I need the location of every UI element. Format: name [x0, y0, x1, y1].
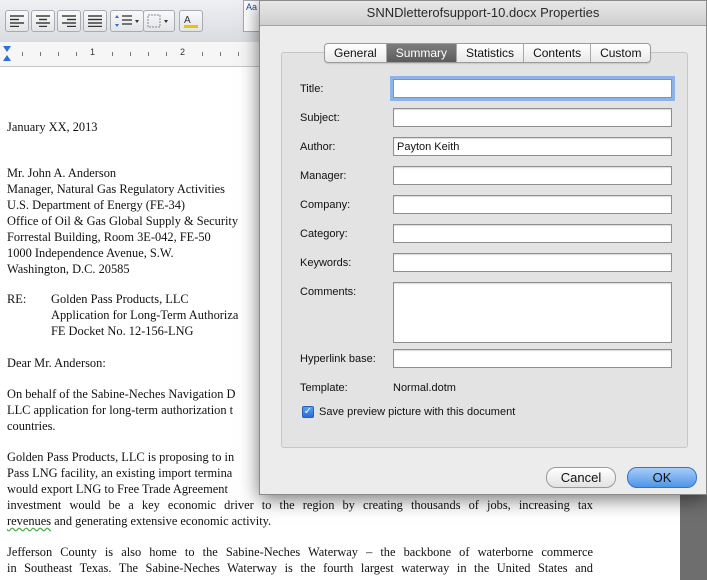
manager-label: Manager:	[300, 170, 347, 182]
paragraph-line: Jefferson County is also home to the Sab…	[7, 545, 593, 559]
dialog-title: SNNDletterofsupport-10.docx Properties	[260, 1, 706, 26]
align-center-button[interactable]	[31, 10, 55, 32]
paragraph-line: revenues and generating extensive econom…	[7, 513, 271, 529]
paragraph-line: On behalf of the Sabine-Neches Navigatio…	[7, 387, 236, 401]
align-left-button[interactable]	[5, 10, 29, 32]
cancel-button[interactable]: Cancel	[546, 467, 616, 488]
letter-date: January XX, 2013	[7, 120, 98, 134]
tab-custom[interactable]: Custom	[591, 44, 650, 62]
author-field[interactable]	[393, 137, 672, 156]
borders-icon	[147, 14, 168, 28]
align-right-button[interactable]	[57, 10, 81, 32]
keywords-field[interactable]	[393, 253, 672, 272]
text-color-button[interactable]: A	[179, 10, 203, 32]
paragraph-text: and generating extensive economic activi…	[51, 514, 272, 528]
align-right-icon	[62, 15, 76, 27]
paragraph-line: countries.	[7, 419, 56, 433]
address-line: Mr. John A. Anderson	[7, 166, 117, 180]
paragraph-line: Golden Pass Products, LLC is proposing t…	[7, 450, 235, 464]
re-line: FE Docket No. 12-156-LNG	[51, 324, 194, 338]
salutation: Dear Mr. Anderson:	[7, 356, 106, 370]
subject-label: Subject:	[300, 112, 340, 124]
styles-preview-text: Aa	[246, 2, 258, 12]
address-line: U.S. Department of Energy (FE-34)	[7, 198, 186, 212]
line-spacing-button[interactable]	[110, 10, 144, 32]
justify-icon	[88, 15, 102, 27]
address-line: 1000 Independence Avenue, S.W.	[7, 246, 174, 260]
borders-button[interactable]	[143, 10, 175, 32]
text-color-icon: A	[184, 15, 198, 28]
paragraph-line: in Southeast Texas. The Sabine-Neches Wa…	[7, 561, 593, 575]
svg-text:A: A	[184, 15, 191, 26]
category-label: Category:	[300, 228, 348, 240]
align-center-icon	[36, 15, 50, 27]
address-line: Manager, Natural Gas Regulatory Activiti…	[7, 182, 225, 196]
tab-statistics[interactable]: Statistics	[457, 44, 525, 62]
save-preview-label[interactable]: Save preview picture with this document	[319, 406, 515, 418]
keywords-label: Keywords:	[300, 257, 352, 269]
paragraph-line: would export LNG to Free Trade Agreement	[7, 482, 228, 496]
left-indent-marker[interactable]	[3, 55, 11, 61]
comments-field[interactable]	[393, 282, 672, 343]
company-field[interactable]	[393, 195, 672, 214]
ruler-number: 2	[180, 47, 186, 57]
manager-field[interactable]	[393, 166, 672, 185]
category-field[interactable]	[393, 224, 672, 243]
save-preview-checkbox[interactable]: ✓	[302, 406, 314, 418]
first-line-indent-marker[interactable]	[3, 46, 11, 52]
paragraph-line: Pass LNG facility, an existing import te…	[7, 466, 233, 480]
subject-field[interactable]	[393, 108, 672, 127]
tab-general[interactable]: General	[325, 44, 387, 62]
tab-contents[interactable]: Contents	[524, 44, 592, 62]
hyperlink-base-field[interactable]	[393, 349, 672, 368]
tab-summary[interactable]: Summary	[386, 44, 458, 62]
address-line: Washington, D.C. 20585	[7, 262, 130, 276]
title-label: Title:	[300, 83, 324, 95]
re-label: RE:	[7, 292, 27, 306]
ruler-number: 1	[90, 47, 96, 57]
company-label: Company:	[300, 199, 351, 211]
re-line: Application for Long-Term Authoriza	[51, 308, 239, 322]
hyperlink-base-label: Hyperlink base:	[300, 353, 376, 365]
properties-dialog: SNNDletterofsupport-10.docx Properties G…	[259, 0, 707, 495]
tab-bar: General Summary Statistics Contents Cust…	[324, 43, 652, 63]
comments-label: Comments:	[300, 286, 357, 298]
spelling-flagged-word[interactable]: revenues	[7, 514, 51, 528]
align-left-icon	[10, 15, 24, 27]
address-line: Forrestal Building, Room 3E-042, FE-50	[7, 230, 211, 244]
address-line: Office of Oil & Gas Global Supply & Secu…	[7, 214, 239, 228]
author-label: Author:	[300, 141, 336, 153]
ok-button[interactable]: OK	[627, 467, 697, 488]
title-field[interactable]	[393, 79, 672, 98]
line-spacing-icon	[115, 15, 139, 27]
template-label: Template:	[300, 382, 348, 394]
template-value: Normal.dotm	[393, 382, 456, 394]
paragraph-line: investment would be a key economic drive…	[7, 498, 593, 512]
justify-button[interactable]	[83, 10, 107, 32]
re-line: Golden Pass Products, LLC	[51, 292, 189, 306]
paragraph-line: LLC application for long-term authorizat…	[7, 403, 234, 417]
